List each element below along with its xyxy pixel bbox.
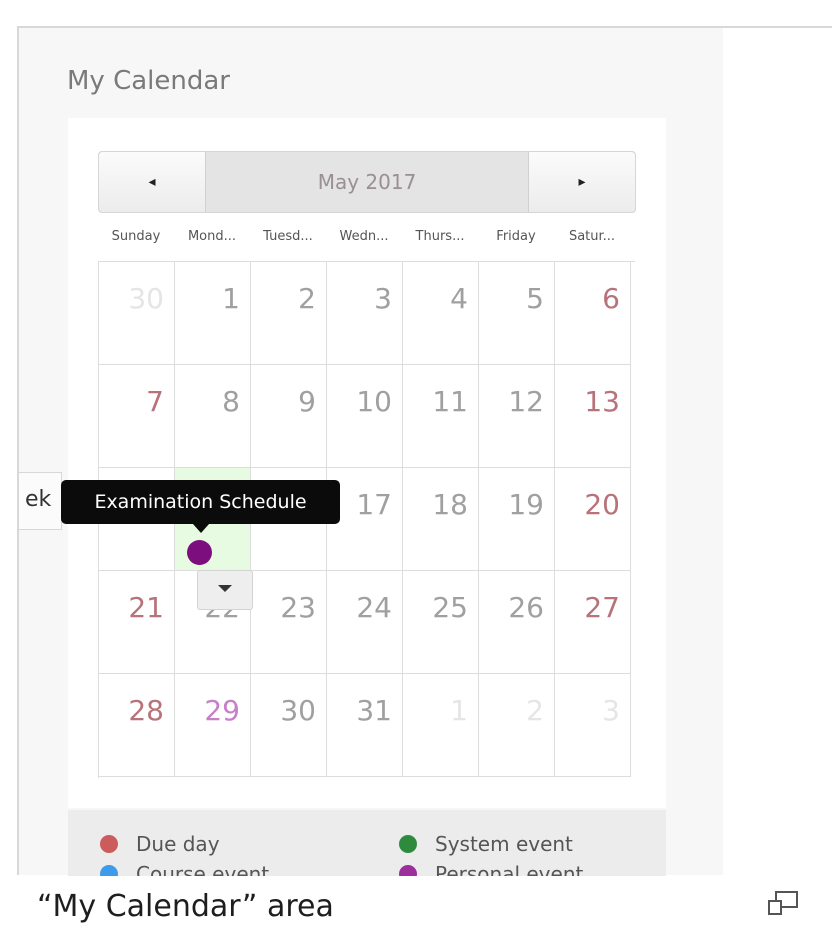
day-cell[interactable]: 12 [479, 365, 555, 468]
main-content-area [723, 36, 832, 875]
day-cell[interactable]: 23 [251, 571, 327, 674]
day-cell[interactable]: 18 [403, 468, 479, 571]
weekday-label: Mond... [187, 229, 237, 244]
week-view-tab[interactable]: ek [19, 472, 62, 530]
day-cell[interactable]: 30 [99, 262, 175, 365]
weekday-label: Friday [496, 229, 536, 244]
figure-caption: “My Calendar” area [37, 889, 334, 924]
legend-item-personal-event: Personal event [399, 862, 583, 876]
day-cell[interactable]: 8 [175, 365, 251, 468]
previous-month-button[interactable]: ◂ [99, 152, 206, 212]
legend-label: Course event [136, 862, 270, 876]
day-cell[interactable]: 1 [403, 674, 479, 777]
legend-item-course-event: Course event [100, 862, 269, 876]
day-cell[interactable]: 19 [479, 468, 555, 571]
day-cell[interactable]: 28 [99, 674, 175, 777]
day-cell[interactable]: 21 [99, 571, 175, 674]
day-cell[interactable]: 10 [327, 365, 403, 468]
calendar-legend: Due day System event Course event Person… [68, 810, 666, 876]
tooltip-arrow [193, 524, 209, 533]
legend-item-due-day: Due day [100, 832, 220, 856]
weekday-header: Sunday Mond... Tuesd... Wedn... Thurs...… [98, 229, 634, 253]
day-cell[interactable]: 24 [327, 571, 403, 674]
day-cell[interactable]: 6 [555, 262, 631, 365]
course-event-dot [100, 865, 118, 876]
day-cell[interactable]: 2 [479, 674, 555, 777]
current-month-label: May 2017 [317, 170, 417, 194]
day-expand-button[interactable] [197, 570, 253, 610]
month-navigation: ◂ May 2017 ▸ [98, 151, 636, 213]
personal-event-legend-dot [399, 865, 417, 876]
personal-event-dot[interactable] [187, 540, 212, 565]
next-month-button[interactable]: ▸ [528, 152, 635, 212]
legend-item-system-event: System event [399, 832, 573, 856]
week-tab-label: ek [25, 487, 52, 512]
day-cell[interactable]: 7 [99, 365, 175, 468]
caret-left-icon: ◂ [148, 174, 156, 190]
day-cell[interactable]: 13 [555, 365, 631, 468]
day-cell[interactable]: 30 [251, 674, 327, 777]
day-cell[interactable]: 3 [555, 674, 631, 777]
day-cell[interactable]: 11 [403, 365, 479, 468]
legend-label: Due day [136, 832, 220, 856]
weekday-label: Thurs... [415, 229, 465, 244]
due-day-dot [100, 835, 118, 853]
expand-icon[interactable] [766, 889, 800, 919]
day-cell[interactable]: 1 [175, 262, 251, 365]
system-event-dot [399, 835, 417, 853]
day-cell[interactable]: 31 [327, 674, 403, 777]
caret-right-icon: ▸ [578, 174, 586, 190]
day-cell[interactable]: 25 [403, 571, 479, 674]
weekday-label: Sunday [111, 229, 161, 244]
calendar-title: My Calendar [67, 66, 230, 96]
legend-label: Personal event [435, 862, 584, 876]
weekday-label: Wedn... [339, 229, 389, 244]
day-cell-today[interactable]: 29 [175, 674, 251, 777]
day-cell[interactable]: 4 [403, 262, 479, 365]
day-cell[interactable]: 20 [555, 468, 631, 571]
legend-label: System event [435, 832, 573, 856]
day-cell[interactable]: 27 [555, 571, 631, 674]
day-cell[interactable]: 5 [479, 262, 555, 365]
day-cell[interactable]: 2 [251, 262, 327, 365]
day-cell[interactable]: 26 [479, 571, 555, 674]
weekday-label: Tuesd... [263, 229, 313, 244]
day-cell[interactable]: 3 [327, 262, 403, 365]
weekday-label: Satur... [568, 229, 616, 244]
day-cell[interactable]: 9 [251, 365, 327, 468]
event-tooltip: Examination Schedule [61, 480, 340, 524]
